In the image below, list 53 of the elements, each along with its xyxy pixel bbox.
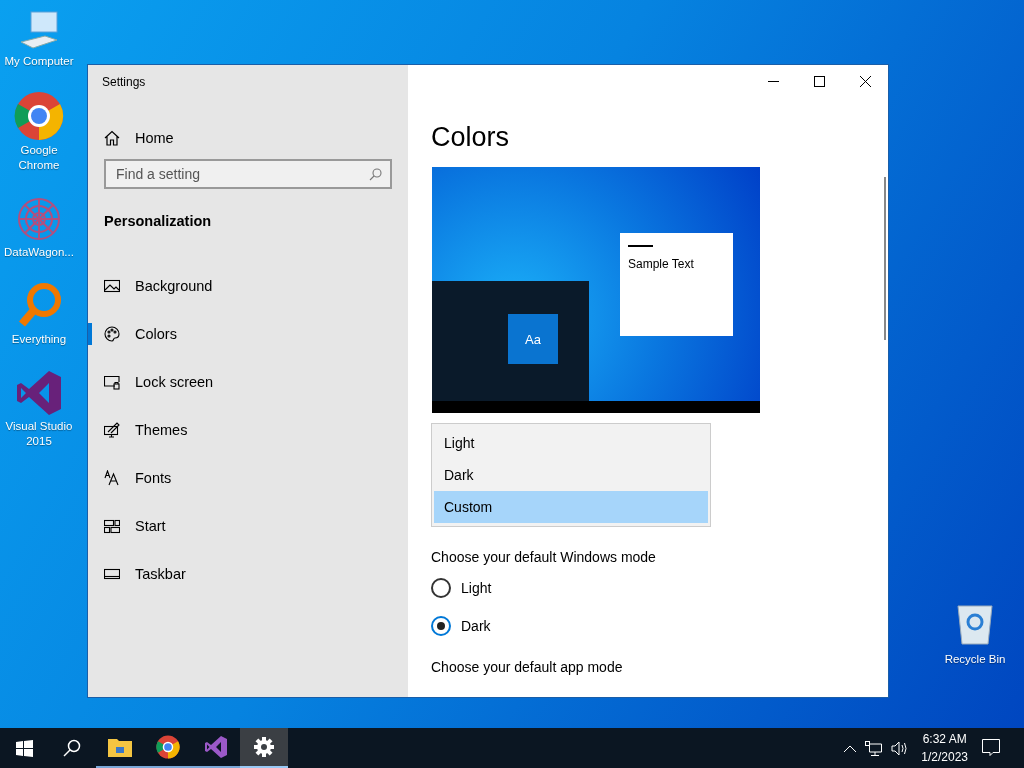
palette-icon	[104, 326, 120, 342]
home-icon	[104, 130, 120, 146]
sidebar-nav-item[interactable]: Fonts	[88, 454, 408, 502]
home-nav-item[interactable]: Home	[104, 127, 392, 149]
radio-button[interactable]	[431, 578, 451, 598]
clock-date: 1/2/2023	[921, 749, 968, 766]
gear-icon	[254, 737, 274, 757]
sample-text: Sample Text	[628, 257, 695, 271]
maximize-icon	[813, 75, 825, 87]
sidebar-nav-item[interactable]: Taskbar	[88, 550, 408, 598]
taskbar-icon	[104, 566, 120, 582]
window-title: Settings	[102, 75, 147, 89]
search-field[interactable]: Find a setting	[104, 159, 392, 189]
sidebar-nav-item[interactable]: Background	[88, 262, 408, 310]
speaker-icon[interactable]	[891, 740, 909, 756]
themes-icon	[104, 422, 120, 438]
infinity-logo-icon[interactable]	[15, 369, 63, 417]
chrome-logo-icon[interactable]	[14, 91, 64, 141]
picture-icon	[104, 278, 120, 294]
app-mode-label: Choose your default app mode	[431, 659, 623, 675]
folder-icon	[108, 737, 132, 757]
search-icon	[63, 739, 81, 757]
settings-app-button[interactable]	[240, 728, 288, 768]
network-icon[interactable]	[865, 740, 883, 756]
search-input[interactable]: Find a setting	[116, 166, 369, 182]
search-icon	[369, 167, 382, 181]
recycle-bin-icon[interactable]	[955, 602, 995, 646]
radio-label[interactable]: Dark	[461, 618, 491, 634]
section-heading: Personalization	[104, 213, 213, 229]
windows-mode-label: Choose your default Windows mode	[431, 549, 656, 565]
clock[interactable]: 6:32 AM 1/2/2023	[921, 730, 968, 766]
radio-label[interactable]: Light	[461, 580, 492, 596]
dropdown-option[interactable]: Dark	[434, 459, 708, 491]
desktop-icon-label[interactable]: Recycle Bin	[936, 652, 1014, 667]
infinity-logo-icon	[204, 735, 228, 759]
start-tiles-icon	[104, 518, 120, 534]
sidebar-nav-item[interactable]: Themes	[88, 406, 408, 454]
page-heading: Colors	[431, 121, 510, 153]
lock-screen-icon	[104, 374, 120, 390]
sidebar-nav-item[interactable]: Start	[88, 502, 408, 550]
dropdown-option[interactable]: Light	[434, 427, 708, 459]
preview-tile: Aa	[508, 314, 558, 364]
chrome-logo-icon	[156, 735, 180, 759]
dropdown-option[interactable]: Custom	[434, 491, 708, 523]
chevron-up-icon[interactable]	[844, 744, 857, 752]
sidebar-nav-item[interactable]: Lock screen	[88, 358, 408, 406]
fonts-icon	[104, 470, 120, 486]
scrollbar[interactable]	[884, 177, 886, 340]
notification-icon[interactable]	[982, 739, 1000, 757]
clock-time: 6:32 AM	[922, 731, 967, 748]
windows-logo-icon	[15, 739, 33, 757]
close-icon	[859, 75, 871, 87]
radio-button[interactable]	[431, 616, 451, 636]
